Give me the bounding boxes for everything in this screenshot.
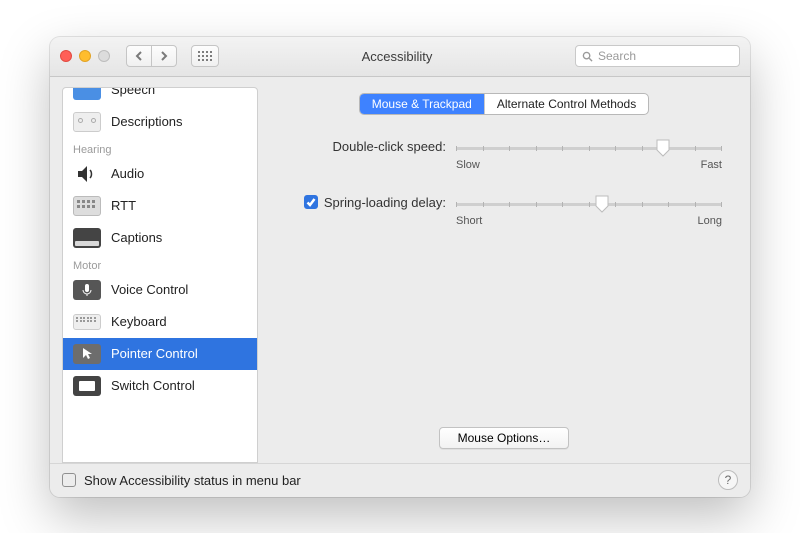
sidebar-item-label: RTT: [111, 198, 136, 213]
sidebar-item-keyboard[interactable]: Keyboard: [63, 306, 257, 338]
window-title: Accessibility: [227, 49, 567, 64]
pointer-control-icon: [73, 343, 101, 365]
sidebar-item-audio[interactable]: Audio: [63, 158, 257, 190]
sidebar: Speech Descriptions Hearing Audio RTT: [62, 87, 258, 463]
chevron-left-icon: [135, 51, 143, 61]
show-all-button[interactable]: [191, 45, 219, 67]
forward-button[interactable]: [151, 45, 177, 67]
slider-max-label: Fast: [701, 159, 722, 171]
slider-min-label: Short: [456, 215, 482, 227]
tab-alternate-methods[interactable]: Alternate Control Methods: [485, 94, 648, 114]
sidebar-item-captions[interactable]: Captions: [63, 222, 257, 254]
double-click-speed-label: Double-click speed:: [333, 139, 446, 154]
slider-thumb[interactable]: [656, 139, 670, 157]
spring-loading-checkbox[interactable]: [304, 195, 318, 209]
sidebar-item-label: Speech: [111, 88, 155, 98]
slider-max-label: Long: [698, 215, 722, 227]
voice-control-icon: [73, 279, 101, 301]
sidebar-item-rtt[interactable]: RTT: [63, 190, 257, 222]
minimize-window-button[interactable]: [79, 50, 91, 62]
search-field[interactable]: Search: [575, 45, 740, 67]
spring-loading-row: Spring-loading delay: Shor: [286, 195, 722, 227]
sidebar-section-hearing: Hearing: [63, 138, 257, 158]
sidebar-item-label: Switch Control: [111, 378, 195, 393]
spring-loading-label: Spring-loading delay:: [324, 195, 446, 210]
show-status-checkbox[interactable]: [62, 473, 76, 487]
descriptions-icon: [73, 111, 101, 133]
sidebar-item-label: Captions: [111, 230, 162, 245]
traffic-lights: [60, 50, 110, 62]
sidebar-item-label: Descriptions: [111, 114, 183, 129]
close-window-button[interactable]: [60, 50, 72, 62]
nav-buttons: [126, 45, 177, 67]
footer: Show Accessibility status in menu bar ?: [50, 463, 750, 497]
sidebar-item-speech[interactable]: Speech: [63, 88, 257, 106]
rtt-icon: [73, 195, 101, 217]
back-button[interactable]: [126, 45, 152, 67]
slider-thumb[interactable]: [595, 195, 609, 213]
spring-loading-slider[interactable]: [456, 195, 722, 213]
double-click-speed-row: Double-click speed: Slow: [286, 139, 722, 171]
content-pane: Mouse & Trackpad Alternate Control Metho…: [270, 87, 738, 463]
slider-min-label: Slow: [456, 159, 480, 171]
double-click-speed-slider[interactable]: [456, 139, 722, 157]
sidebar-item-descriptions[interactable]: Descriptions: [63, 106, 257, 138]
chevron-right-icon: [160, 51, 168, 61]
sidebar-item-label: Audio: [111, 166, 144, 181]
sidebar-item-label: Keyboard: [111, 314, 167, 329]
sidebar-item-pointer-control[interactable]: Pointer Control: [63, 338, 257, 370]
keyboard-icon: [73, 311, 101, 333]
grid-icon: [198, 51, 212, 61]
tab-mouse-trackpad[interactable]: Mouse & Trackpad: [360, 94, 485, 114]
help-button[interactable]: ?: [718, 470, 738, 490]
audio-icon: [73, 163, 101, 185]
speech-icon: [73, 88, 101, 101]
mouse-options-button[interactable]: Mouse Options…: [439, 427, 570, 449]
sidebar-section-motor: Motor: [63, 254, 257, 274]
check-icon: [306, 197, 316, 207]
show-status-label: Show Accessibility status in menu bar: [84, 473, 301, 488]
accessibility-prefs-window: Accessibility Search Speech Descriptions: [50, 37, 750, 497]
sidebar-item-voice-control[interactable]: Voice Control: [63, 274, 257, 306]
sidebar-item-label: Pointer Control: [111, 346, 198, 361]
zoom-window-button[interactable]: [98, 50, 110, 62]
sidebar-item-label: Voice Control: [111, 282, 188, 297]
search-placeholder: Search: [598, 49, 636, 63]
tab-group: Mouse & Trackpad Alternate Control Metho…: [359, 93, 649, 115]
sidebar-item-switch-control[interactable]: Switch Control: [63, 370, 257, 402]
search-icon: [582, 51, 593, 62]
titlebar: Accessibility Search: [50, 37, 750, 77]
captions-icon: [73, 227, 101, 249]
switch-control-icon: [73, 375, 101, 397]
